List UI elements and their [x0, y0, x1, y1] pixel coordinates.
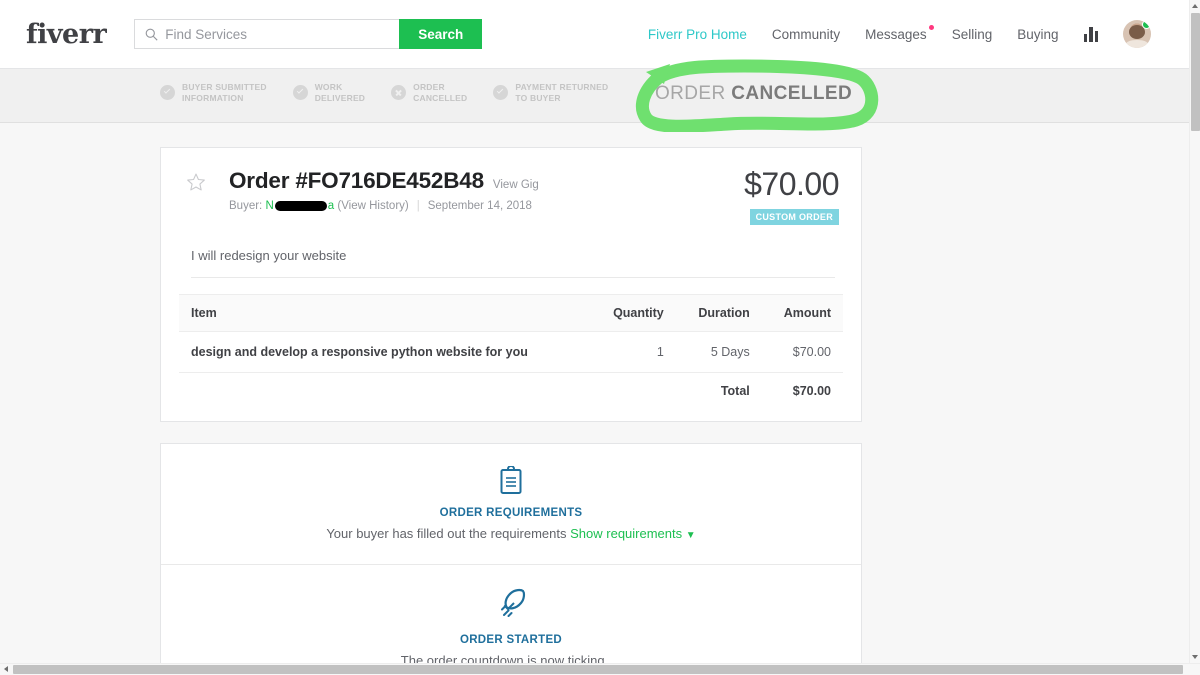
vertical-scrollbar-thumb[interactable]	[1191, 13, 1200, 131]
search-icon	[145, 28, 158, 41]
table-header-row: Item Quantity Duration Amount	[179, 294, 843, 332]
order-items-table: Item Quantity Duration Amount design and…	[179, 294, 843, 411]
progress-step-buyer-submitted-information: BUYER SUBMITTED INFORMATION	[160, 82, 267, 103]
horizontal-scrollbar-thumb[interactable]	[13, 665, 1183, 674]
gig-description: I will redesign your website	[191, 248, 835, 278]
status-badge: CUSTOM ORDER	[749, 209, 839, 225]
order-cancelled-banner: ORDER CANCELLED	[655, 83, 852, 105]
scroll-left-arrow-icon[interactable]	[0, 664, 12, 675]
nav-link-buying[interactable]: Buying	[1017, 27, 1058, 42]
order-price-block: $70.00 CUSTOM ORDER	[744, 166, 839, 225]
cell-quantity: 1	[590, 331, 676, 373]
clipboard-icon	[500, 466, 522, 494]
progress-step-order-cancelled: ORDER CANCELLED	[391, 82, 467, 103]
cell-duration: 5 Days	[675, 331, 762, 373]
cross-circle-icon	[391, 85, 407, 100]
buyer-prefix-label: Buyer:	[229, 200, 263, 212]
requirements-text: Your buyer has filled out the requiremen…	[326, 526, 567, 541]
search-box[interactable]	[134, 19, 400, 49]
section-order-started: ORDER STARTED The order countdown is now…	[161, 564, 861, 675]
table-total-row: Total $70.00	[179, 373, 843, 412]
progress-step-label: ORDER CANCELLED	[413, 82, 468, 103]
chevron-down-icon[interactable]: ▼	[686, 530, 696, 541]
view-gig-link[interactable]: View Gig	[493, 179, 539, 191]
column-header-quantity: Quantity	[590, 294, 676, 332]
scroll-up-arrow-icon[interactable]	[1190, 0, 1200, 12]
search-bar: Search	[134, 19, 483, 49]
progress-step-label: WORK DELIVERED	[314, 82, 366, 103]
cell-amount: $70.00	[761, 331, 843, 373]
column-header-amount: Amount	[761, 294, 843, 332]
order-summary-card: Order #FO716DE452B48 View Gig Buyer: Na …	[160, 147, 862, 422]
divider: |	[416, 200, 420, 212]
column-header-duration: Duration	[675, 294, 762, 332]
vertical-scrollbar[interactable]	[1189, 0, 1200, 663]
buyer-name-redaction	[274, 201, 327, 211]
browser-viewport: fiverr Search Fiverr Pro Home Community …	[0, 0, 1200, 675]
progress-step-label: BUYER SUBMITTED INFORMATION	[182, 82, 267, 103]
order-cancelled-emphasis: CANCELLED	[731, 83, 853, 104]
nav-link-community[interactable]: Community	[772, 27, 840, 42]
search-input[interactable]	[165, 26, 381, 42]
cell-empty-2	[591, 373, 676, 412]
section-body-order-requirements: Your buyer has filled out the requiremen…	[161, 525, 861, 544]
progress-step-label: PAYMENT RETURNED TO BUYER	[515, 82, 609, 103]
rocket-icon	[501, 588, 526, 617]
fiverr-logo[interactable]: fiverr	[26, 19, 107, 50]
cell-empty	[179, 373, 591, 412]
section-title-order-requirements: ORDER REQUIREMENTS	[439, 507, 583, 519]
nav-link-fiverr-pro-home[interactable]: Fiverr Pro Home	[648, 27, 747, 42]
messages-notification-dot	[928, 24, 934, 30]
star-outline-icon[interactable]	[186, 172, 206, 192]
total-value: $70.00	[792, 384, 831, 398]
check-circle-icon	[160, 85, 175, 100]
bar-chart-icon[interactable]	[1083, 26, 1098, 42]
total-label: Total	[720, 384, 750, 398]
order-progress-strip: BUYER SUBMITTED INFORMATION WORK DELIVER…	[0, 69, 1189, 123]
order-header: Order #FO716DE452B48 View Gig Buyer: Na …	[161, 148, 861, 225]
order-activity-card: ORDER REQUIREMENTS Your buyer has filled…	[160, 443, 862, 675]
buyer-name: N	[265, 200, 274, 212]
view-history-link[interactable]: (View History)	[337, 200, 408, 212]
scroll-down-arrow-icon[interactable]	[1190, 651, 1200, 663]
progress-steps: BUYER SUBMITTED INFORMATION WORK DELIVER…	[160, 82, 608, 103]
section-order-requirements: ORDER REQUIREMENTS Your buyer has filled…	[161, 444, 861, 564]
cell-item: design and develop a responsive python w…	[179, 331, 591, 373]
nav-link-messages[interactable]: Messages	[865, 24, 934, 42]
top-navigation-bar: fiverr Search Fiverr Pro Home Community …	[0, 0, 1189, 69]
nav-link-messages-label: Messages	[865, 26, 927, 42]
horizontal-scrollbar[interactable]	[0, 663, 1200, 675]
column-header-item: Item	[179, 294, 591, 332]
check-circle-icon	[292, 85, 308, 100]
page-title: Order #FO716DE452B48	[229, 168, 484, 193]
order-cancelled-prefix: ORDER	[655, 83, 732, 104]
search-button[interactable]: Search	[399, 19, 483, 49]
nav-link-selling[interactable]: Selling	[952, 27, 993, 42]
avatar[interactable]	[1123, 20, 1151, 48]
nav-links-group: Fiverr Pro Home Community Messages Selli…	[648, 20, 1151, 48]
order-price: $70.00	[744, 166, 839, 202]
progress-step-work-delivered: WORK DELIVERED	[292, 82, 366, 103]
section-title-order-started: ORDER STARTED	[459, 634, 563, 646]
order-date: September 14, 2018	[427, 200, 532, 212]
show-requirements-link[interactable]: Show requirements	[570, 526, 682, 541]
table-row: design and develop a responsive python w…	[179, 331, 843, 373]
check-circle-icon	[493, 85, 509, 100]
buyer-name-tail: a	[327, 200, 335, 212]
progress-step-payment-returned-to-buyer: PAYMENT RETURNED TO BUYER	[493, 82, 608, 103]
online-status-dot	[1142, 20, 1151, 29]
